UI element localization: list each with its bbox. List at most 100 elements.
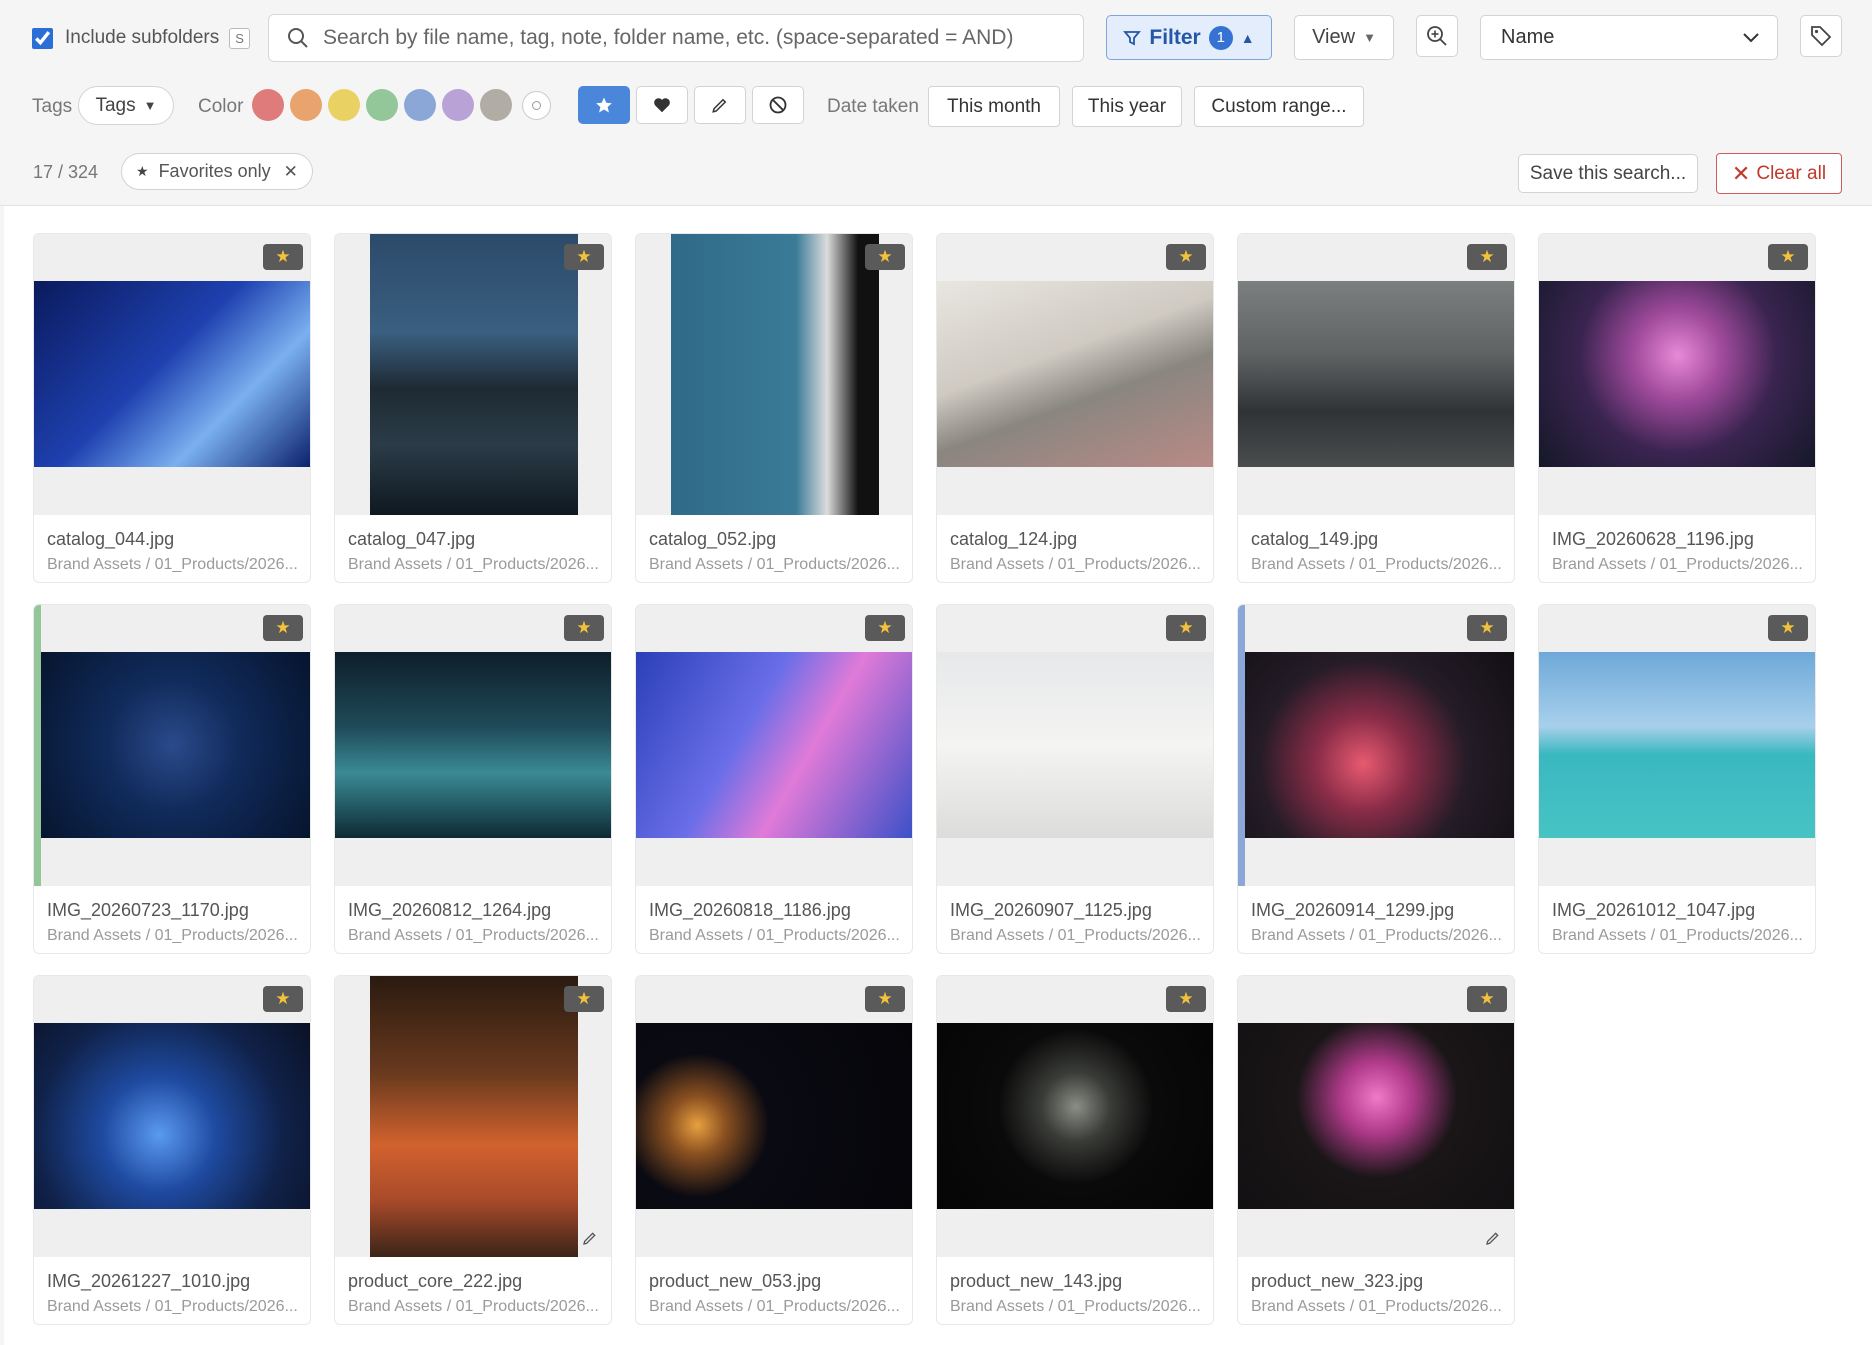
thumbnail[interactable]: ★ — [1238, 976, 1514, 1257]
zoom-button[interactable] — [1416, 15, 1458, 57]
thumbnail-card[interactable]: ★ product_new_323.jpg Brand Assets / 01_Pr… — [1237, 975, 1515, 1325]
thumbnail-card[interactable]: ★ IMG_20260907_1125.jpg Brand Assets / 01_… — [936, 604, 1214, 954]
star-filter-button[interactable] — [578, 86, 630, 124]
favorite-star-icon[interactable]: ★ — [263, 615, 303, 641]
thumbnail[interactable]: ★ — [34, 605, 310, 886]
file-name: IMG_20261227_1010.jpg — [47, 1271, 251, 1291]
tag-icon — [1811, 26, 1832, 47]
include-subfolders-checkbox[interactable] — [32, 27, 53, 49]
edited-filter-button[interactable] — [694, 86, 746, 124]
search-icon — [288, 28, 308, 48]
thumbnail-card[interactable]: ★ IMG_20261227_1010.jpg Brand Assets / 01_… — [33, 975, 311, 1325]
thumbnail-card[interactable]: ★ catalog_047.jpg Brand Assets / 01_Produc… — [334, 233, 612, 583]
favorite-star-icon[interactable]: ★ — [1467, 615, 1507, 641]
thumbnail[interactable]: ★ — [636, 976, 912, 1257]
favorite-star-icon[interactable]: ★ — [564, 615, 604, 641]
thumbnail-image — [937, 652, 1213, 838]
thumbnail-card[interactable]: ★ catalog_149.jpg Brand Assets / 01_Produc… — [1237, 233, 1515, 583]
file-path: Brand Assets / 01_Products/2026... — [1251, 1298, 1502, 1315]
favorite-star-icon[interactable]: ★ — [564, 244, 604, 270]
date-custom-range-button[interactable]: Custom range... — [1194, 86, 1364, 127]
thumbnail-card[interactable]: ★ catalog_124.jpg Brand Assets / 01_Produc… — [936, 233, 1214, 583]
clear-all-button[interactable]: ✕ Clear all — [1716, 153, 1842, 194]
shortcut-hint: S — [229, 27, 250, 49]
include-subfolders-label: Include subfolders — [65, 27, 220, 48]
color-swatch-7[interactable] — [480, 89, 512, 121]
thumbnail[interactable]: ★ — [34, 976, 310, 1257]
color-swatch-6[interactable] — [442, 89, 474, 121]
thumbnail-card[interactable]: ★ IMG_20260812_1264.jpg Brand Assets / 01_… — [334, 604, 612, 954]
color-swatch-3[interactable] — [328, 89, 360, 121]
favorite-star-icon[interactable]: ★ — [865, 244, 905, 270]
favorite-star-icon[interactable]: ★ — [1166, 244, 1206, 270]
thumbnail-card[interactable]: ★ product_core_222.jpg Brand Assets / 01_P… — [334, 975, 612, 1325]
favorites-only-chip[interactable]: ★ Favorites only ✕ — [121, 153, 313, 190]
thumbnail[interactable]: ★ — [636, 234, 912, 515]
color-swatch-5[interactable] — [404, 89, 436, 121]
favorite-star-icon[interactable]: ★ — [1467, 986, 1507, 1012]
favorite-star-icon[interactable]: ★ — [1768, 615, 1808, 641]
thumbnail[interactable]: ★ — [1238, 605, 1514, 886]
favorite-star-icon[interactable]: ★ — [263, 986, 303, 1012]
color-swatch-2[interactable] — [290, 89, 322, 121]
tags-dropdown[interactable]: Tags ▼ — [78, 86, 174, 125]
thumbnail[interactable]: ★ — [335, 976, 611, 1257]
tag-button[interactable] — [1800, 15, 1842, 57]
thumbnail[interactable]: ★ — [335, 234, 611, 515]
file-path: Brand Assets / 01_Products/2026... — [950, 1298, 1201, 1315]
favorite-star-icon[interactable]: ★ — [865, 615, 905, 641]
thumbnail-image — [34, 281, 310, 467]
thumbnail[interactable]: ★ — [335, 605, 611, 886]
thumbnail-image — [1539, 652, 1815, 838]
search-input[interactable] — [323, 26, 1063, 50]
chevron-down-icon — [1743, 32, 1759, 42]
exclude-filter-button[interactable] — [752, 86, 804, 124]
view-button[interactable]: View ▼ — [1294, 15, 1394, 60]
thumbnail-card[interactable]: ★ product_new_053.jpg Brand Assets / 01_Pr… — [635, 975, 913, 1325]
thumbnail[interactable]: ★ — [1539, 234, 1815, 515]
heart-filter-button[interactable] — [636, 86, 688, 124]
favorite-star-icon[interactable]: ★ — [564, 986, 604, 1012]
date-this-year-button[interactable]: This year — [1072, 86, 1182, 127]
close-icon[interactable]: ✕ — [284, 162, 298, 182]
thumbnail-image — [636, 1023, 912, 1209]
thumbnail[interactable]: ★ — [937, 234, 1213, 515]
favorite-star-icon[interactable]: ★ — [1467, 244, 1507, 270]
thumbnail-card[interactable]: ★ product_new_143.jpg Brand Assets / 01_Pr… — [936, 975, 1214, 1325]
thumbnail-card[interactable]: ★ IMG_20260723_1170.jpg Brand Assets / 01_… — [33, 604, 311, 954]
thumbnail[interactable]: ★ — [34, 234, 310, 515]
thumbnail-card[interactable]: ★ IMG_20260914_1299.jpg Brand Assets / 01_… — [1237, 604, 1515, 954]
thumbnail[interactable]: ★ — [636, 605, 912, 886]
no-color-swatch[interactable] — [522, 91, 551, 120]
thumbnail-card[interactable]: ★ IMG_20260818_1186.jpg Brand Assets / 01_… — [635, 604, 913, 954]
thumbnail[interactable]: ★ — [1539, 605, 1815, 886]
thumbnail-card[interactable]: ★ catalog_044.jpg Brand Assets / 01_Produc… — [33, 233, 311, 583]
file-path: Brand Assets / 01_Products/2026... — [348, 1298, 599, 1315]
file-path: Brand Assets / 01_Products/2026... — [1552, 927, 1803, 944]
favorite-star-icon[interactable]: ★ — [1768, 244, 1808, 270]
sort-select[interactable]: Name — [1480, 15, 1778, 60]
thumbnail-card[interactable]: ★ IMG_20261012_1047.jpg Brand Assets / 01_… — [1538, 604, 1816, 954]
thumbnail[interactable]: ★ — [937, 605, 1213, 886]
save-search-button[interactable]: Save this search... — [1518, 154, 1698, 193]
color-swatch-1[interactable] — [252, 89, 284, 121]
thumbnail-card[interactable]: ★ catalog_052.jpg Brand Assets / 01_Produc… — [635, 233, 913, 583]
favorite-star-icon[interactable]: ★ — [263, 244, 303, 270]
include-subfolders-toggle[interactable]: Include subfolders S — [32, 26, 250, 50]
favorite-star-icon[interactable]: ★ — [865, 986, 905, 1012]
favorite-star-icon[interactable]: ★ — [1166, 986, 1206, 1012]
thumbnail[interactable]: ★ — [1238, 234, 1514, 515]
filter-button[interactable]: Filter 1 ▲ — [1106, 15, 1272, 60]
file-name: IMG_20260723_1170.jpg — [47, 900, 249, 920]
search-bar[interactable] — [268, 14, 1084, 62]
date-taken-label: Date taken — [827, 96, 919, 117]
file-path: Brand Assets / 01_Products/2026... — [950, 927, 1201, 944]
file-name: product_core_222.jpg — [348, 1271, 523, 1291]
color-swatch-4[interactable] — [366, 89, 398, 121]
thumbnail[interactable]: ★ — [937, 976, 1213, 1257]
star-icon — [596, 97, 612, 113]
favorite-star-icon[interactable]: ★ — [1166, 615, 1206, 641]
date-this-month-button[interactable]: This month — [928, 86, 1060, 127]
thumbnail-image — [671, 234, 879, 515]
thumbnail-card[interactable]: ★ IMG_20260628_1196.jpg Brand Assets / 01_… — [1538, 233, 1816, 583]
